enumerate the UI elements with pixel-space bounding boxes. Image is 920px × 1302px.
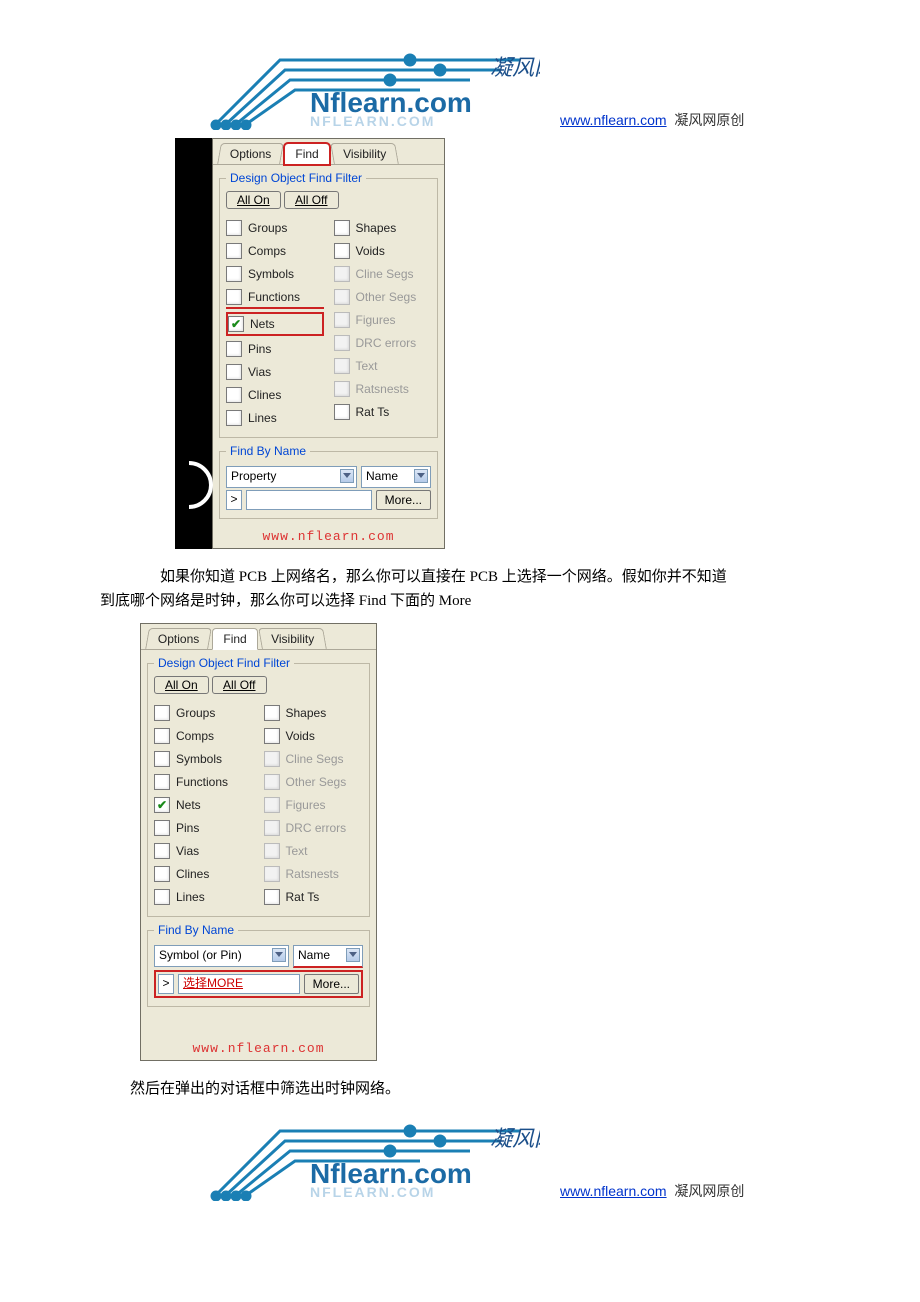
find-filter-group: Design Object Find Filter All On All Off… xyxy=(219,171,438,438)
paragraph-2: 然后在弹出的对话框中筛选出时钟网络。 xyxy=(130,1077,820,1101)
logo-image: 凝风网 Nflearn.com NFLEARN.COM xyxy=(210,40,540,130)
prompt-icon: > xyxy=(226,490,242,510)
find-mode-select[interactable]: Name xyxy=(293,945,363,968)
checkbox[interactable] xyxy=(226,220,242,236)
checkbox[interactable] xyxy=(226,243,242,259)
find-panel-1: Options Find Visibility Design Object Fi… xyxy=(175,138,445,549)
find-type-select[interactable]: Property xyxy=(226,466,357,488)
header-row: 凝风网 Nflearn.com NFLEARN.COM www.nflearn.… xyxy=(210,40,820,130)
filter-left-col: Groups Comps Symbols Functions ✔Nets Pin… xyxy=(226,215,324,431)
checkbox[interactable] xyxy=(154,774,170,790)
filter-right-col: Shapes Voids Cline Segs Other Segs Figur… xyxy=(334,215,432,431)
checkbox[interactable] xyxy=(264,705,280,721)
checkbox-disabled xyxy=(334,266,350,282)
find-by-name-group: Find By Name Property Name > More... xyxy=(219,444,438,519)
tab-options[interactable]: Options xyxy=(217,143,284,164)
all-off-button[interactable]: All Off xyxy=(212,676,266,694)
checkbox-disabled xyxy=(264,820,280,836)
checkbox[interactable] xyxy=(226,289,242,305)
paragraph-1: 如果你知道 PCB 上网络名，那么你可以直接在 PCB 上选择一个网络。假如你并… xyxy=(130,565,820,613)
tab-bar-2: Options Find Visibility xyxy=(141,624,376,650)
footer-row: 凝风网 Nflearn.com NFLEARN.COM www.nflearn.… xyxy=(210,1111,820,1201)
svg-text:NFLEARN.COM: NFLEARN.COM xyxy=(310,1184,435,1200)
find-input[interactable]: 选择MORE xyxy=(178,974,300,994)
checkbox[interactable] xyxy=(226,410,242,426)
all-on-button[interactable]: All On xyxy=(154,676,209,694)
checkbox-disabled xyxy=(264,751,280,767)
all-off-button[interactable]: All Off xyxy=(284,191,338,209)
checkbox[interactable] xyxy=(154,843,170,859)
checkbox[interactable] xyxy=(226,364,242,380)
find-mode-select[interactable]: Name xyxy=(361,466,431,488)
find-filter-group-2: Design Object Find Filter All On All Off… xyxy=(147,656,370,917)
checkbox-disabled xyxy=(334,381,350,397)
checkbox[interactable] xyxy=(226,266,242,282)
checkbox[interactable] xyxy=(154,866,170,882)
checkbox[interactable] xyxy=(334,404,350,420)
more-button[interactable]: More... xyxy=(304,974,359,994)
footer-credit: www.nflearn.com 凝风网原创 xyxy=(560,1181,744,1201)
checkbox-disabled xyxy=(334,289,350,305)
watermark: www.nflearn.com xyxy=(141,1035,376,1060)
find-type-select[interactable]: Symbol (or Pin) xyxy=(154,945,289,967)
checkbox-disabled xyxy=(334,358,350,374)
checkbox-checked[interactable]: ✔ xyxy=(154,797,170,813)
tab-find[interactable]: Find xyxy=(212,628,257,650)
checkbox-disabled xyxy=(264,774,280,790)
checkbox-disabled xyxy=(334,335,350,351)
checkbox[interactable] xyxy=(154,751,170,767)
find-by-name-group-2: Find By Name Symbol (or Pin) Name > 选择MO… xyxy=(147,923,370,1007)
site-link[interactable]: www.nflearn.com xyxy=(560,1183,667,1199)
svg-text:凝风网: 凝风网 xyxy=(490,1126,540,1151)
checkbox[interactable] xyxy=(154,820,170,836)
tab-find[interactable]: Find xyxy=(284,143,329,165)
find-input[interactable] xyxy=(246,490,372,510)
checkbox-disabled xyxy=(264,866,280,882)
checkbox[interactable] xyxy=(264,889,280,905)
tab-bar: Options Find Visibility xyxy=(213,139,444,165)
checkbox[interactable] xyxy=(226,341,242,357)
checkbox[interactable] xyxy=(264,728,280,744)
checkbox[interactable] xyxy=(154,728,170,744)
tab-visibility[interactable]: Visibility xyxy=(330,143,399,164)
header-credit: www.nflearn.com 凝风网原创 xyxy=(560,110,744,130)
find-panel-2: Options Find Visibility Design Object Fi… xyxy=(140,623,377,1061)
watermark: www.nflearn.com xyxy=(213,523,444,548)
find-by-name-legend: Find By Name xyxy=(226,444,310,458)
canvas-strip xyxy=(175,138,212,549)
checkbox-disabled xyxy=(264,843,280,859)
svg-text:凝风网: 凝风网 xyxy=(490,55,540,80)
more-button[interactable]: More... xyxy=(376,490,431,510)
tab-options[interactable]: Options xyxy=(145,628,212,649)
checkbox-disabled xyxy=(264,797,280,813)
svg-text:NFLEARN.COM: NFLEARN.COM xyxy=(310,113,435,129)
all-on-button[interactable]: All On xyxy=(226,191,281,209)
site-link[interactable]: www.nflearn.com xyxy=(560,112,667,128)
logo-image: 凝风网 Nflearn.com NFLEARN.COM xyxy=(210,1111,540,1201)
credit-text: 凝风网原创 xyxy=(674,112,744,128)
checkbox[interactable] xyxy=(226,387,242,403)
checkbox[interactable] xyxy=(334,220,350,236)
checkbox[interactable] xyxy=(154,705,170,721)
tab-visibility[interactable]: Visibility xyxy=(258,628,327,649)
prompt-icon: > xyxy=(158,974,174,994)
find-filter-legend: Design Object Find Filter xyxy=(226,171,366,185)
checkbox[interactable] xyxy=(334,243,350,259)
checkbox-checked[interactable]: ✔ xyxy=(228,316,244,332)
checkbox[interactable] xyxy=(154,889,170,905)
checkbox-disabled xyxy=(334,312,350,328)
